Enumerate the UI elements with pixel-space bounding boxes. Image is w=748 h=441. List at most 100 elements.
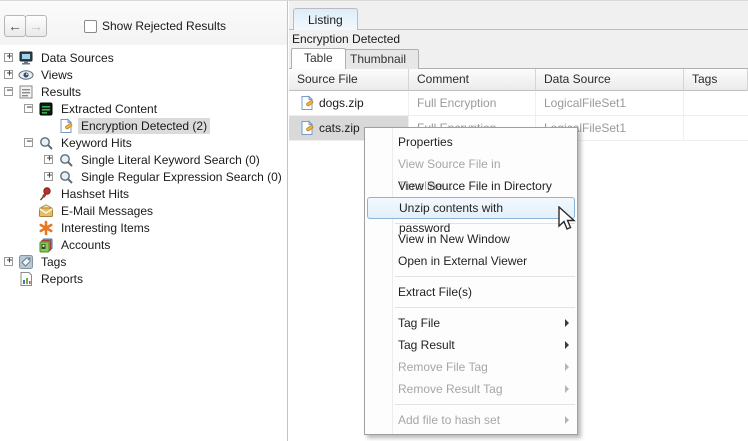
tree-item-label: Views (38, 67, 76, 83)
tree-item-email-messages[interactable]: E-Mail Messages (0, 202, 287, 219)
tab-listing[interactable]: Listing (293, 8, 358, 30)
collapse-icon[interactable] (4, 87, 13, 96)
tree-item-keyword-hits[interactable]: Keyword Hits (0, 134, 287, 151)
asterisk-icon (38, 220, 54, 236)
column-header-comment[interactable]: Comment (409, 69, 536, 91)
menu-item-tag-file[interactable]: Tag File (365, 312, 577, 334)
menu-item-label: Remove Result Tag (398, 382, 503, 396)
listing-title: Encryption Detected (289, 30, 748, 48)
context-menu: Properties View Source File in Timeline.… (364, 127, 578, 435)
artifact-icon (58, 118, 74, 134)
menu-item-remove-file-tag: Remove File Tag (365, 356, 577, 378)
tree-item-extracted-content[interactable]: Extracted Content (0, 100, 287, 117)
file-name: cats.zip (319, 116, 360, 140)
directory-tree-panel: ← → Show Rejected Results Data Sources V… (0, 1, 288, 441)
menu-separator (395, 404, 575, 405)
tags-cell (684, 116, 748, 141)
back-button[interactable]: ← (4, 15, 26, 37)
collapse-icon[interactable] (24, 138, 33, 147)
tree-item-label: Encryption Detected (2) (78, 118, 210, 134)
tree-item-data-sources[interactable]: Data Sources (0, 49, 287, 66)
mouse-cursor-icon (557, 206, 579, 234)
tree-item-label: Hashset Hits (58, 186, 132, 202)
tree-toolbar: ← → Show Rejected Results (0, 1, 287, 45)
expand-icon[interactable] (44, 155, 53, 164)
menu-item-view-source-file-in-directory[interactable]: View Source File in Directory (365, 175, 577, 197)
menu-item-view-in-new-window[interactable]: View in New Window (365, 228, 577, 250)
submenu-arrow-icon (565, 341, 569, 349)
eye-icon (18, 67, 34, 83)
tree-item-interesting-items[interactable]: Interesting Items (0, 219, 287, 236)
collapse-icon[interactable] (24, 104, 33, 113)
report-icon (18, 271, 34, 287)
expand-icon[interactable] (4, 70, 13, 79)
tree-item-label: Single Literal Keyword Search (0) (78, 152, 263, 168)
menu-item-extract-files[interactable]: Extract File(s) (365, 281, 577, 303)
tags-cell (684, 91, 748, 116)
tree-item-label: Tags (38, 254, 69, 270)
tree-item-tags[interactable]: Tags (0, 253, 287, 270)
results-icon (18, 84, 34, 100)
results-tree: Data Sources Views Results Extracted Con… (0, 49, 287, 287)
submenu-arrow-icon (565, 319, 569, 327)
menu-item-label: Remove File Tag (398, 360, 488, 374)
expand-icon[interactable] (44, 172, 53, 181)
view-tab-bar: Table Thumbnail (289, 48, 748, 69)
tree-item-label: Results (38, 84, 84, 100)
menu-separator (395, 307, 575, 308)
tree-item-single-regular-expression-search[interactable]: Single Regular Expression Search (0) (0, 168, 287, 185)
tab-thumbnail[interactable]: Thumbnail (337, 49, 419, 69)
menu-item-open-in-external-viewer[interactable]: Open in External Viewer (365, 250, 577, 272)
menu-item-label: Tag File (398, 316, 440, 330)
tree-item-accounts[interactable]: Accounts (0, 236, 287, 253)
zip-file-icon (299, 95, 315, 111)
menu-item-remove-result-tag: Remove Result Tag (365, 378, 577, 400)
show-rejected-checkbox[interactable] (84, 20, 97, 33)
file-name: dogs.zip (319, 91, 364, 115)
listing-tab-bar: Listing (289, 1, 748, 30)
column-header-source-file[interactable]: Source File (289, 69, 409, 91)
menu-item-label: Tag Result (398, 338, 455, 352)
menu-item-tag-result[interactable]: Tag Result (365, 334, 577, 356)
tree-item-views[interactable]: Views (0, 66, 287, 83)
tree-item-label: Data Sources (38, 50, 117, 66)
tree-item-label: Single Regular Expression Search (0) (78, 169, 285, 185)
search-icon (58, 169, 74, 185)
email-icon (38, 203, 54, 219)
search-icon (58, 152, 74, 168)
data-sources-icon (18, 50, 34, 66)
accounts-icon (38, 237, 54, 253)
tree-item-label: E-Mail Messages (58, 203, 156, 219)
search-icon (38, 135, 54, 151)
expand-icon[interactable] (4, 257, 13, 266)
submenu-arrow-icon (565, 363, 569, 371)
menu-separator (395, 276, 575, 277)
tree-item-label: Keyword Hits (58, 135, 135, 151)
tree-item-label: Interesting Items (58, 220, 153, 236)
tree-item-single-literal-keyword-search[interactable]: Single Literal Keyword Search (0) (0, 151, 287, 168)
tree-item-hashset-hits[interactable]: Hashset Hits (0, 185, 287, 202)
tab-table[interactable]: Table (291, 48, 346, 69)
menu-item-properties[interactable]: Properties (365, 131, 577, 153)
tree-item-label: Extracted Content (58, 101, 160, 117)
menu-item-add-file-to-hash-set: Add file to hash set (365, 409, 577, 431)
forward-button[interactable]: → (25, 15, 47, 37)
extracted-content-icon (38, 101, 54, 117)
expand-icon[interactable] (4, 53, 13, 62)
column-header-data-source[interactable]: Data Source (536, 69, 684, 91)
autopsy-window: ← → Show Rejected Results Data Sources V… (0, 0, 748, 441)
tag-icon (18, 254, 34, 270)
column-header-tags[interactable]: Tags (684, 69, 748, 91)
menu-item-unzip-contents-with-password[interactable]: Unzip contents with password (367, 197, 575, 219)
show-rejected-results-control: Show Rejected Results (84, 19, 226, 33)
table-row-dogs-zip[interactable]: dogs.zip Full Encryption LogicalFileSet1 (289, 91, 748, 116)
tree-item-encryption-detected[interactable]: Encryption Detected (2) (0, 117, 287, 134)
tree-item-label: Accounts (58, 237, 113, 253)
comment-cell: Full Encryption (409, 91, 536, 116)
submenu-arrow-icon (565, 416, 569, 424)
show-rejected-label: Show Rejected Results (102, 19, 226, 33)
tree-item-results[interactable]: Results (0, 83, 287, 100)
pushpin-icon (38, 186, 54, 202)
tree-item-reports[interactable]: Reports (0, 270, 287, 287)
menu-item-label: Add file to hash set (398, 413, 500, 427)
